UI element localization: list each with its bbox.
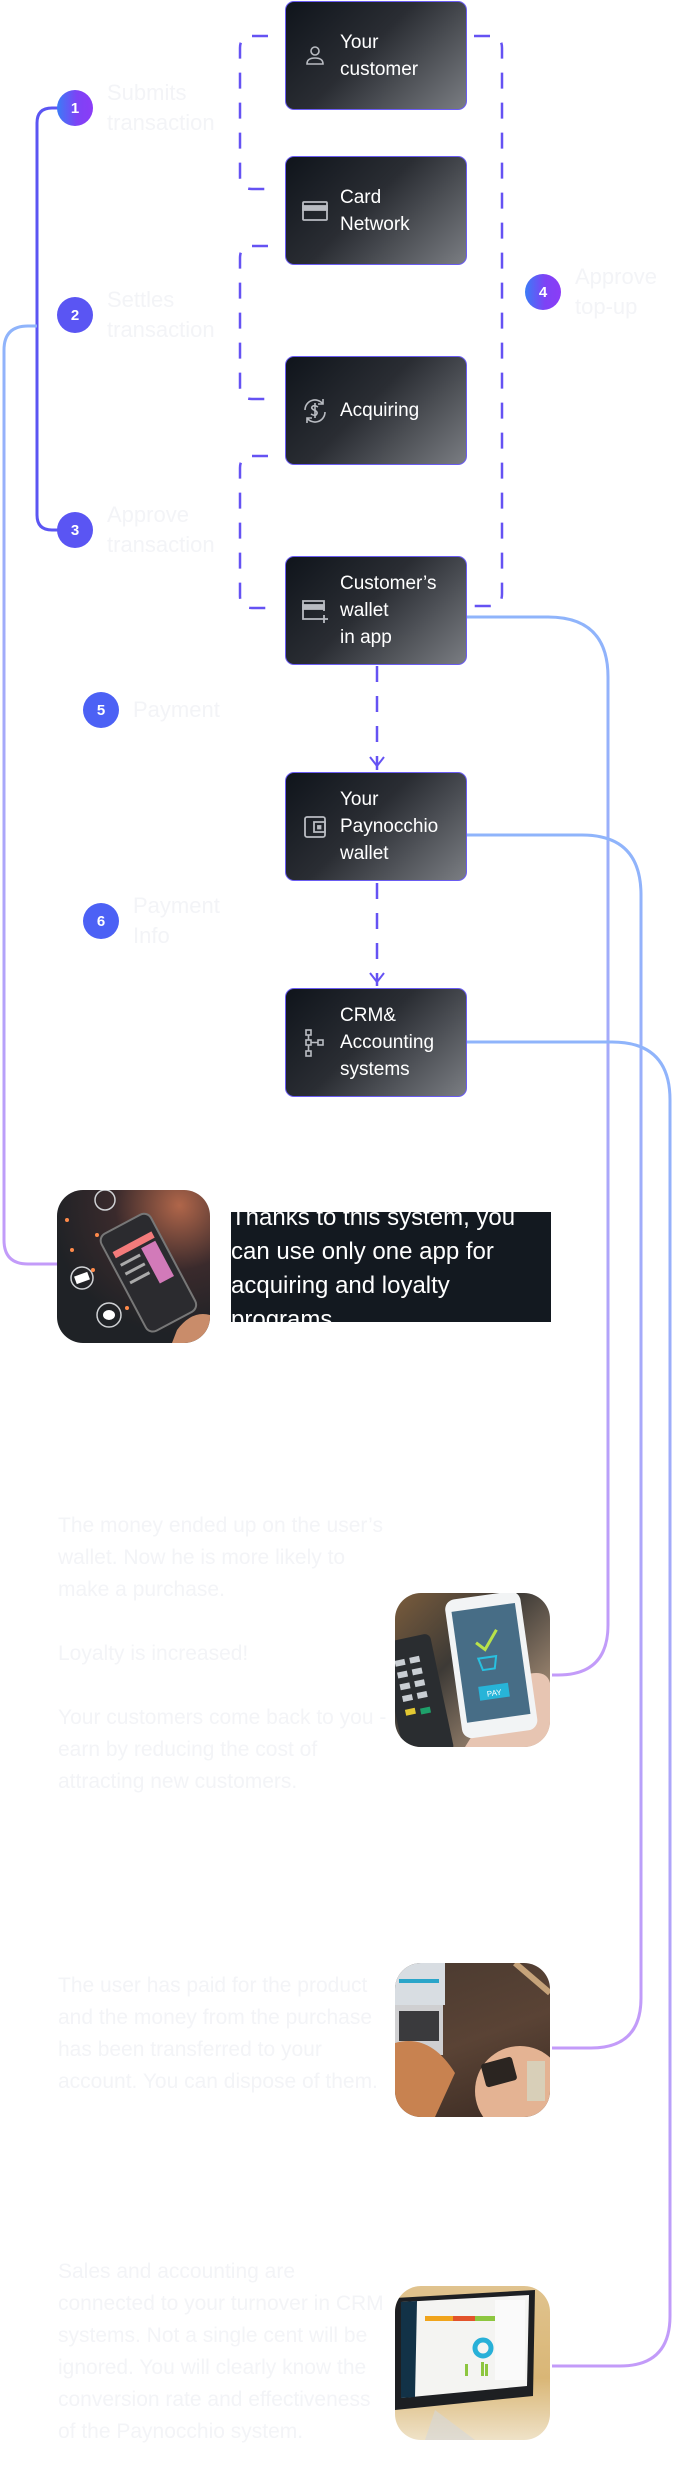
step-label: Approve transaction bbox=[107, 502, 215, 557]
user-icon bbox=[300, 41, 330, 71]
step-label: Payment Info bbox=[133, 893, 220, 948]
paynocchio-to-laptop-photo-line bbox=[467, 833, 643, 2050]
callout-text: Thanks to this system, you can use only … bbox=[231, 1212, 516, 1322]
node-label: Acquiring bbox=[340, 400, 420, 421]
paragraph: The money ended up on the user’s wallet.… bbox=[58, 1514, 383, 1601]
network-tree-icon bbox=[300, 1028, 330, 1058]
online-banking-phone-photo bbox=[57, 1190, 210, 1343]
section-crm-text: Sales and accounting are connected to yo… bbox=[58, 2256, 388, 2480]
node-card-network: Card Network bbox=[285, 156, 467, 265]
callout-text-box: Thanks to this system, you can use only … bbox=[231, 1212, 551, 1322]
step-4: 4 Approve top-up bbox=[525, 264, 657, 322]
node-label: Your Paynocchio wallet bbox=[340, 789, 439, 864]
node-label: Your customer bbox=[340, 31, 419, 80]
node-label: Card Network bbox=[340, 186, 410, 235]
step-number-badge: 1 bbox=[57, 90, 93, 126]
step-label: Settles transaction bbox=[107, 287, 215, 342]
paragraph: The user has paid for the product and th… bbox=[58, 1974, 378, 2093]
node-label: Customer’s wallet in app bbox=[340, 573, 437, 648]
paragraph: Loyalty is increased! bbox=[58, 1642, 249, 1665]
step-number-badge: 6 bbox=[83, 903, 119, 939]
paragraph: Your customers come back to you - earn b… bbox=[58, 1706, 387, 1793]
step-1: 1 Submits transaction bbox=[57, 80, 215, 138]
node-your-customer: Your customer bbox=[285, 1, 467, 110]
wallet-to-phone-photo-line bbox=[467, 615, 610, 1677]
step-2: 2 Settles transaction bbox=[57, 287, 215, 345]
step-number-badge: 3 bbox=[57, 512, 93, 548]
step-6: 6 Payment Info bbox=[83, 893, 220, 951]
step-number-badge: 4 bbox=[525, 274, 561, 310]
dashed-bracket-card-acquiring bbox=[238, 244, 268, 401]
dashed-bracket-acquiring-wallet bbox=[238, 454, 268, 610]
wallet-icon bbox=[300, 812, 330, 842]
currency-exchange-icon bbox=[300, 396, 330, 426]
node-paynocchio-wallet: Your Paynocchio wallet bbox=[285, 772, 467, 881]
step-3: 3 Approve transaction bbox=[57, 502, 215, 560]
step-number-badge: 2 bbox=[57, 297, 93, 333]
credit-card-icon bbox=[300, 196, 330, 226]
node-customer-wallet: Customer’s wallet in app bbox=[285, 556, 467, 665]
steps-1-3-bracket bbox=[35, 106, 58, 532]
crm-dashboard-photo bbox=[395, 2286, 550, 2440]
step-number-badge: 5 bbox=[83, 692, 119, 728]
step-label: Payment bbox=[133, 697, 220, 722]
step-label: Approve top-up bbox=[575, 264, 657, 319]
paragraph: Sales and accounting are connected to yo… bbox=[58, 2260, 384, 2443]
wallet-add-icon bbox=[300, 596, 330, 626]
step-5: 5 Payment bbox=[83, 692, 220, 728]
node-acquiring: Acquiring bbox=[285, 356, 467, 465]
step2-to-intro-line bbox=[2, 324, 58, 1266]
dashed-bracket-right-topup bbox=[474, 34, 504, 608]
node-label: CRM& Accounting systems bbox=[340, 1005, 435, 1080]
dashed-bracket-customer-card bbox=[238, 34, 268, 191]
section-loyalty-text: The money ended up on the user’s wallet.… bbox=[58, 1510, 388, 1830]
step-label: Submits transaction bbox=[107, 80, 215, 135]
phone-payment-photo: PAY bbox=[395, 1593, 550, 1747]
node-crm-accounting: CRM& Accounting systems bbox=[285, 988, 467, 1097]
laptop-wallet-photo bbox=[395, 1963, 550, 2117]
section-payment-text: The user has paid for the product and th… bbox=[58, 1970, 388, 2130]
